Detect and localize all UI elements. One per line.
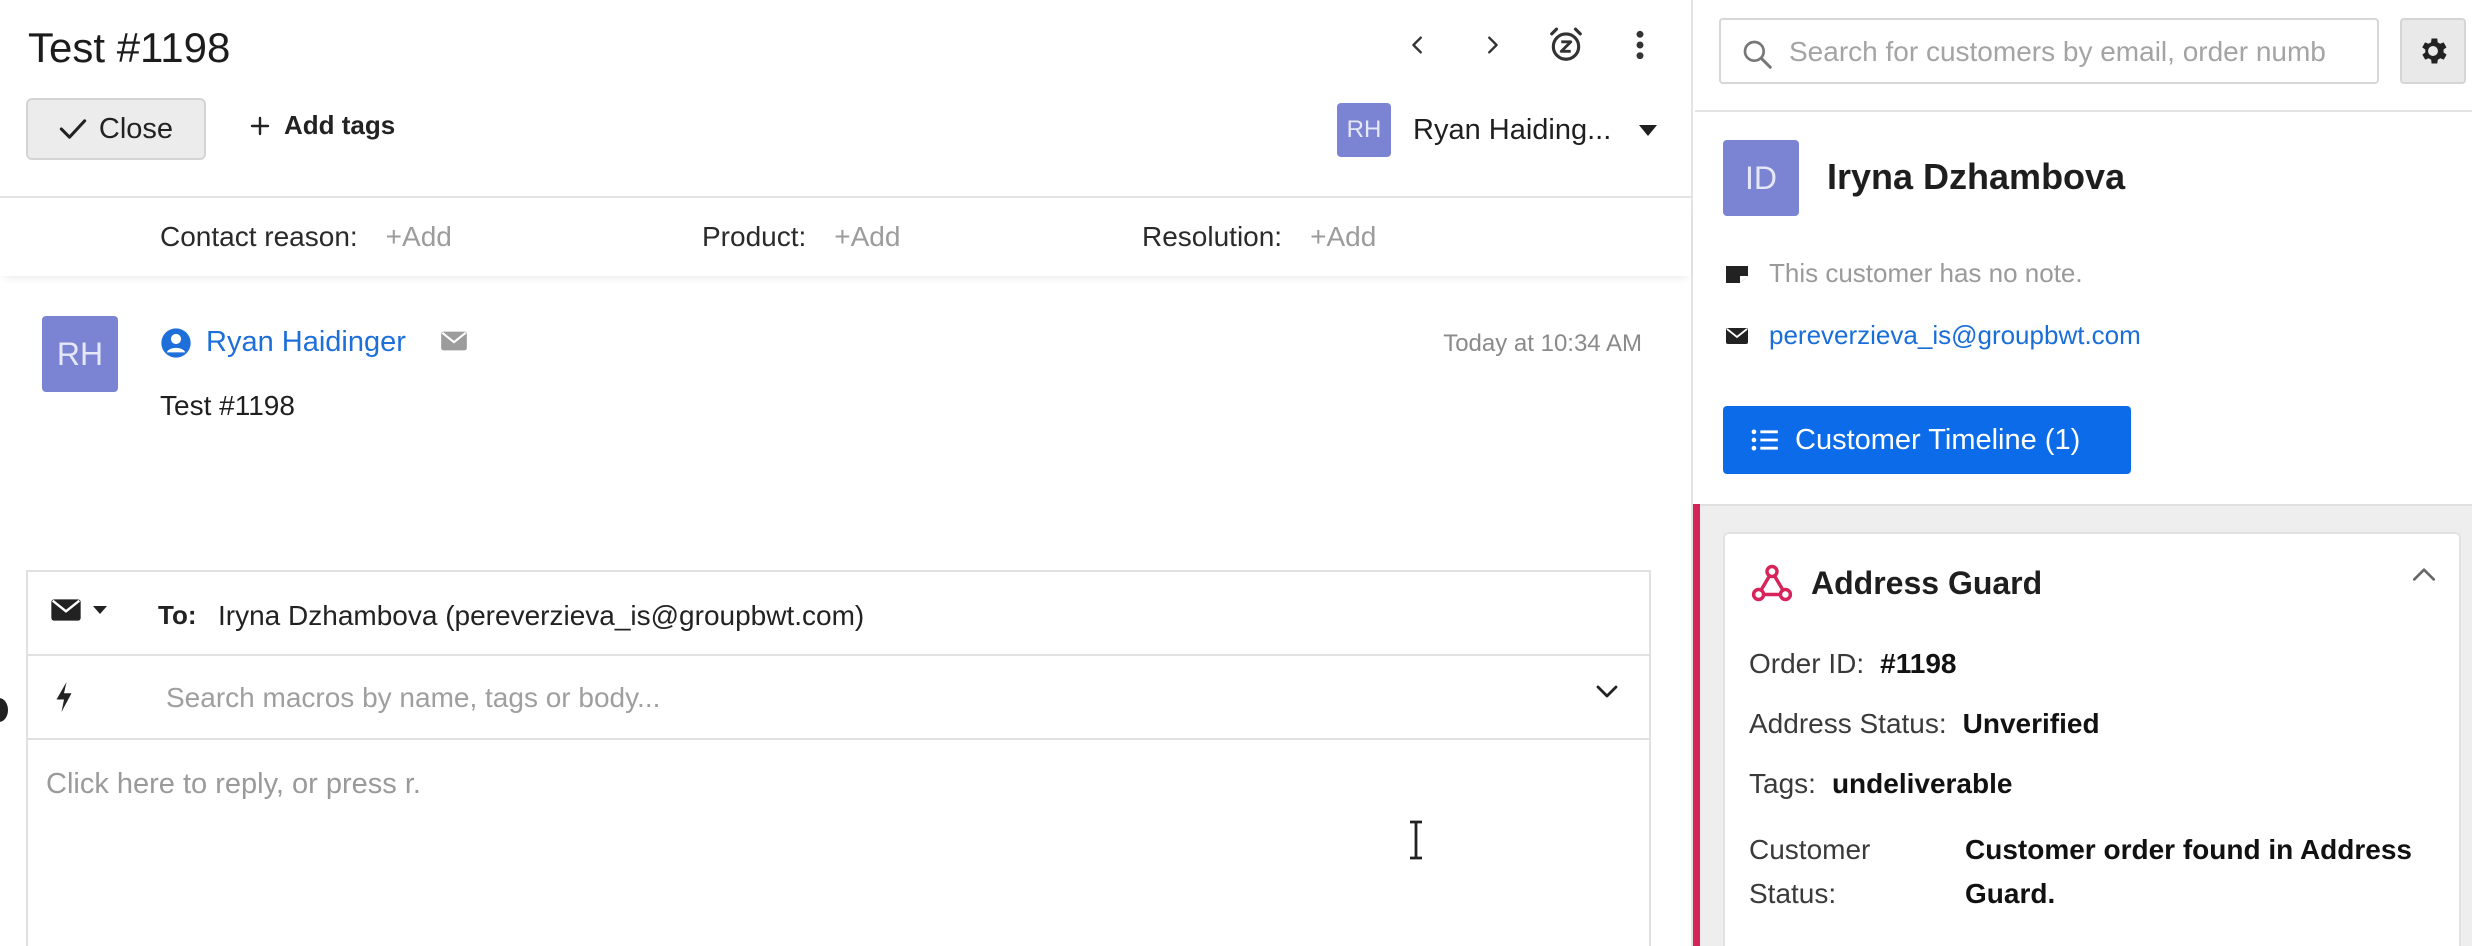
envelope-icon bbox=[51, 599, 81, 621]
contact-reason-field: Contact reason: +Add bbox=[160, 221, 452, 253]
snooze-alarm-icon bbox=[1550, 27, 1582, 61]
customer-sidebar: ID Iryna Dzhambova This customer has no … bbox=[1693, 0, 2472, 946]
next-ticket-button[interactable] bbox=[1469, 22, 1515, 68]
plus-icon bbox=[250, 116, 270, 135]
note-icon bbox=[1726, 265, 1748, 283]
ticket-fields-bar: Contact reason: +Add Product: +Add Resol… bbox=[0, 196, 1691, 276]
assignee-name: Ryan Haiding... bbox=[1413, 113, 1612, 146]
customer-note-text: This customer has no note. bbox=[1769, 258, 2083, 288]
address-guard-header: Address Guard bbox=[1749, 560, 2042, 606]
add-tags-label: Add tags bbox=[284, 110, 396, 140]
user-circle-icon bbox=[161, 327, 191, 358]
recipient-field[interactable]: Iryna Dzhambova (pereverzieva_is@groupbw… bbox=[218, 600, 864, 632]
close-label: Close bbox=[98, 112, 174, 145]
search-icon bbox=[1743, 40, 1772, 69]
caret-down-icon bbox=[1639, 124, 1658, 136]
macro-row bbox=[28, 656, 1649, 740]
caret-down-icon bbox=[93, 606, 107, 614]
tags-value: undeliverable bbox=[1831, 768, 2013, 799]
reply-editor[interactable]: Click here to reply, or press r. bbox=[46, 768, 1626, 928]
address-guard-title: Address Guard bbox=[1811, 564, 2043, 601]
customer-search-input[interactable] bbox=[1789, 30, 2369, 74]
message-timestamp: Today at 10:34 AM bbox=[1443, 330, 1642, 357]
customer-timeline-button[interactable]: Customer Timeline (1) bbox=[1723, 406, 2131, 474]
customer-name: Iryna Dzhambova bbox=[1827, 156, 2126, 197]
envelope-icon bbox=[1726, 327, 1748, 344]
customer-email-link[interactable]: pereverzieva_is@groupbwt.com bbox=[1725, 320, 2141, 351]
lightning-bolt-icon bbox=[56, 682, 72, 712]
address-status-label: Address Status: bbox=[1749, 708, 1947, 739]
address-status-row: Address Status: Unverified bbox=[1749, 708, 2100, 740]
snooze-button[interactable] bbox=[1543, 22, 1589, 68]
edge-dot bbox=[0, 698, 8, 722]
ticket-title: Test #1198 bbox=[28, 24, 231, 71]
order-id-row: Order ID: #1198 bbox=[1749, 648, 1956, 680]
contact-reason-add[interactable]: +Add bbox=[386, 221, 452, 253]
webhook-icon bbox=[1751, 564, 1793, 602]
product-add[interactable]: +Add bbox=[834, 221, 900, 253]
customer-timeline-label: Customer Timeline (1) bbox=[1795, 423, 2081, 456]
ticket-pane: Test #1198 Close Add tags RH Ryan Haidin… bbox=[0, 0, 1693, 946]
to-label: To: bbox=[158, 600, 197, 630]
channel-selector[interactable] bbox=[50, 598, 108, 622]
sender-name: Ryan Haidinger bbox=[206, 326, 406, 358]
product-label: Product: bbox=[702, 221, 807, 252]
assignee-avatar: RH bbox=[1337, 103, 1391, 157]
resolution-add[interactable]: +Add bbox=[1310, 221, 1376, 253]
tags-label: Tags: bbox=[1749, 768, 1816, 799]
sender-link[interactable]: Ryan Haidinger bbox=[160, 326, 406, 359]
text-cursor-icon bbox=[1410, 820, 1422, 860]
list-icon bbox=[1751, 429, 1778, 451]
email-channel-icon bbox=[441, 331, 467, 351]
chevron-left-icon bbox=[1412, 36, 1422, 54]
address-status-value: Unverified bbox=[1962, 708, 2100, 739]
reply-composer: To: Iryna Dzhambova (pereverzieva_is@gro… bbox=[26, 570, 1651, 946]
checkmark-icon bbox=[59, 119, 87, 139]
widget-accent-bar bbox=[1693, 504, 1700, 946]
customer-search bbox=[1719, 18, 2379, 84]
order-id-label: Order ID: bbox=[1749, 648, 1865, 679]
gear-icon bbox=[2422, 38, 2447, 64]
message-body: Test #1198 bbox=[160, 390, 295, 421]
customer-status-value: Customer order found in Address Guard. bbox=[1965, 834, 2413, 909]
contact-reason-label: Contact reason: bbox=[160, 221, 358, 252]
chevron-up-icon[interactable] bbox=[2411, 566, 2437, 582]
chevron-down-icon bbox=[1596, 685, 1618, 698]
product-field: Product: +Add bbox=[702, 221, 900, 253]
customer-status-label: Customer Status: bbox=[1749, 834, 1871, 909]
sidebar-divider bbox=[1695, 110, 2472, 112]
customer-header: ID Iryna Dzhambova bbox=[1723, 140, 2125, 216]
customer-email: pereverzieva_is@groupbwt.com bbox=[1769, 320, 2141, 350]
macro-search-input[interactable] bbox=[166, 674, 1466, 722]
previous-ticket-button[interactable] bbox=[1395, 22, 1441, 68]
order-id-value: #1198 bbox=[1880, 648, 1957, 679]
close-ticket-button[interactable]: Close bbox=[26, 98, 206, 160]
address-guard-widget: Address Guard Order ID: #1198 Address St… bbox=[1723, 532, 2461, 946]
ticket-toolbar bbox=[1395, 22, 1663, 68]
sender-avatar: RH bbox=[42, 316, 118, 392]
customer-note: This customer has no note. bbox=[1725, 258, 2083, 289]
assignee-dropdown[interactable]: RH Ryan Haiding... bbox=[1337, 103, 1658, 157]
resolution-field: Resolution: +Add bbox=[1142, 221, 1376, 253]
customer-avatar: ID bbox=[1723, 140, 1799, 216]
resolution-label: Resolution: bbox=[1142, 221, 1283, 252]
settings-button[interactable] bbox=[2400, 18, 2466, 84]
reply-to-row: To: Iryna Dzhambova (pereverzieva_is@gro… bbox=[28, 572, 1649, 656]
tags-row: Tags: undeliverable bbox=[1749, 768, 2012, 800]
more-vertical-icon bbox=[1636, 30, 1644, 60]
more-options-button[interactable] bbox=[1617, 22, 1663, 68]
chevron-right-icon bbox=[1488, 36, 1498, 54]
add-tags-button[interactable]: Add tags bbox=[250, 110, 395, 141]
